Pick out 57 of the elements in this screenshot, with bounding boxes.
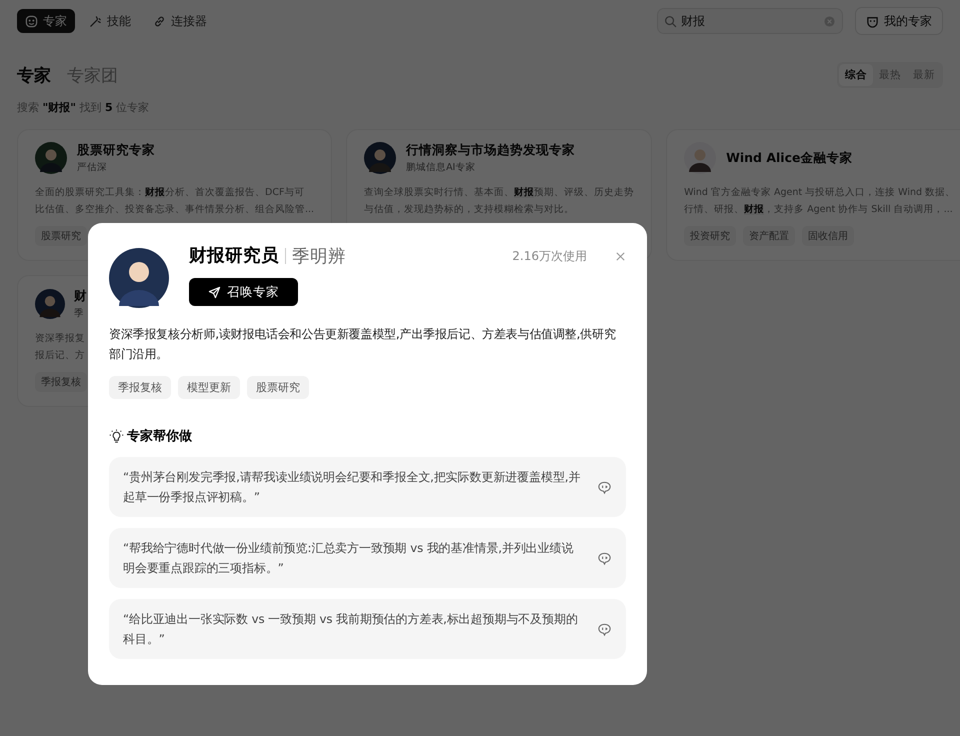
expert-description: 查询全球股票实时行情、基本面、财报预期、评级、历史走势: [364, 186, 634, 200]
expert-title: 行情洞察与市场趋势发现专家: [406, 142, 576, 159]
search-icon: [664, 14, 677, 28]
expert-description: 资深季报复核分析师,读财报电话会和公告更新覆盖模型,产出季报后记、方差表与估值调整,供研究部门沿用。: [109, 326, 617, 363]
expert-author: 季: [74, 307, 85, 320]
tag: 股票研究: [35, 226, 87, 246]
expert-description: 报后记、方: [35, 349, 85, 363]
nav-tab[interactable]: 连接器: [145, 9, 215, 33]
my-experts-button[interactable]: 我的专家: [855, 7, 943, 35]
summon-button[interactable]: 召唤专家: [189, 278, 298, 306]
sort-option[interactable]: 综合: [839, 64, 873, 86]
prompt-text: “贵州茅台刚发完季报,请帮我读业绩说明会纪要和季报全文,把实际数更新进覆盖模型,并起草一份季报点评初稿。”: [123, 469, 582, 506]
expert-author: 严估深: [77, 161, 108, 174]
expert-title: 财: [74, 288, 87, 305]
heading-tab[interactable]: 专家: [17, 64, 51, 86]
expert-author: 鹏城信息AI专家: [406, 161, 476, 174]
prompt-text: “给比亚迪出一张实际数 vs 一致预期 vs 我前期预估的方差表,标出超预期与不及预期的科目。”: [123, 611, 579, 648]
face-icon: [25, 14, 38, 28]
expert-title: 股票研究专家: [77, 142, 155, 159]
prompt-text: “帮我给宁德时代做一份业绩前预览:汇总卖方一致预期 vs 我的基准情景,并列出业绩说明会要重点跟踪的三项指标。”: [123, 540, 574, 577]
expert-description: 比估值、多空推介、投资备忘录、事件情景分析、组合风险管...: [35, 203, 314, 217]
expert-description: 资深季报复: [35, 332, 85, 346]
expert-description: Wind 官方金融专家 Agent 与投研总入口，连接 Wind 数据、: [684, 186, 956, 200]
avatar: [109, 248, 169, 308]
expert-title: 财报研究员: [189, 248, 286, 264]
face-icon: [866, 14, 879, 28]
avatar: [684, 142, 716, 174]
avatar: [35, 289, 65, 319]
nav-tab[interactable]: 专家: [17, 9, 75, 33]
expert-description: 全面的股票研究工具集：财报分析、首次覆盖报告、DCF与可: [35, 186, 304, 200]
chat-icon[interactable]: [597, 622, 612, 636]
avatar: [35, 142, 67, 174]
chat-icon[interactable]: [597, 550, 612, 566]
close-icon[interactable]: [615, 251, 626, 262]
tag: 季报复核: [35, 372, 87, 392]
tag: 投资研究: [684, 226, 736, 246]
tag: 模型更新: [178, 376, 240, 399]
prompt-card[interactable]: “贵州茅台刚发完季报,请帮我读业绩说明会纪要和季报全文,把实际数更新进覆盖模型,并起草一份季报点评初稿。”: [109, 457, 626, 517]
prompt-card[interactable]: “给比亚迪出一张实际数 vs 一致预期 vs 我前期预估的方差表,标出超预期与不及预期的科目。”: [109, 599, 626, 659]
section-title: 专家帮你做: [127, 428, 192, 445]
tag: 股票研究: [247, 376, 309, 399]
tag: 固收信用: [802, 226, 854, 246]
chat-icon[interactable]: [597, 480, 612, 494]
wand-icon: [89, 14, 102, 28]
expert-description: 与估值，发现趋势标的，支持模糊检索与对比。: [364, 203, 574, 217]
send-icon: [208, 286, 221, 298]
avatar: [364, 142, 396, 174]
expert-description: 行情、研报、财报，支持多 Agent 协作与 Skill 自动调用，...: [684, 203, 953, 217]
link-icon: [153, 14, 166, 28]
tag: 资产配置: [743, 226, 796, 246]
nav-tab[interactable]: 技能: [81, 9, 139, 33]
tag: 季报复核: [109, 376, 171, 399]
expert-card[interactable]: Wind Alice金融专家 Wind 官方金融专家 Agent 与投研总入口，连接 Wind 数据、 行情、研报、财报，支持多 Agent 协作与 Skill 自动调用，... 投资研究 资产配置 固收信用: [666, 129, 960, 261]
search-field[interactable]: 财报: [657, 8, 843, 34]
prompt-card[interactable]: “帮我给宁德时代做一份业绩前预览:汇总卖方一致预期 vs 我的基准情景,并列出业绩说明会要重点跟踪的三项指标。”: [109, 528, 626, 588]
lightbulb-icon: [109, 428, 124, 444]
expert-title: Wind Alice金融专家: [726, 150, 852, 166]
